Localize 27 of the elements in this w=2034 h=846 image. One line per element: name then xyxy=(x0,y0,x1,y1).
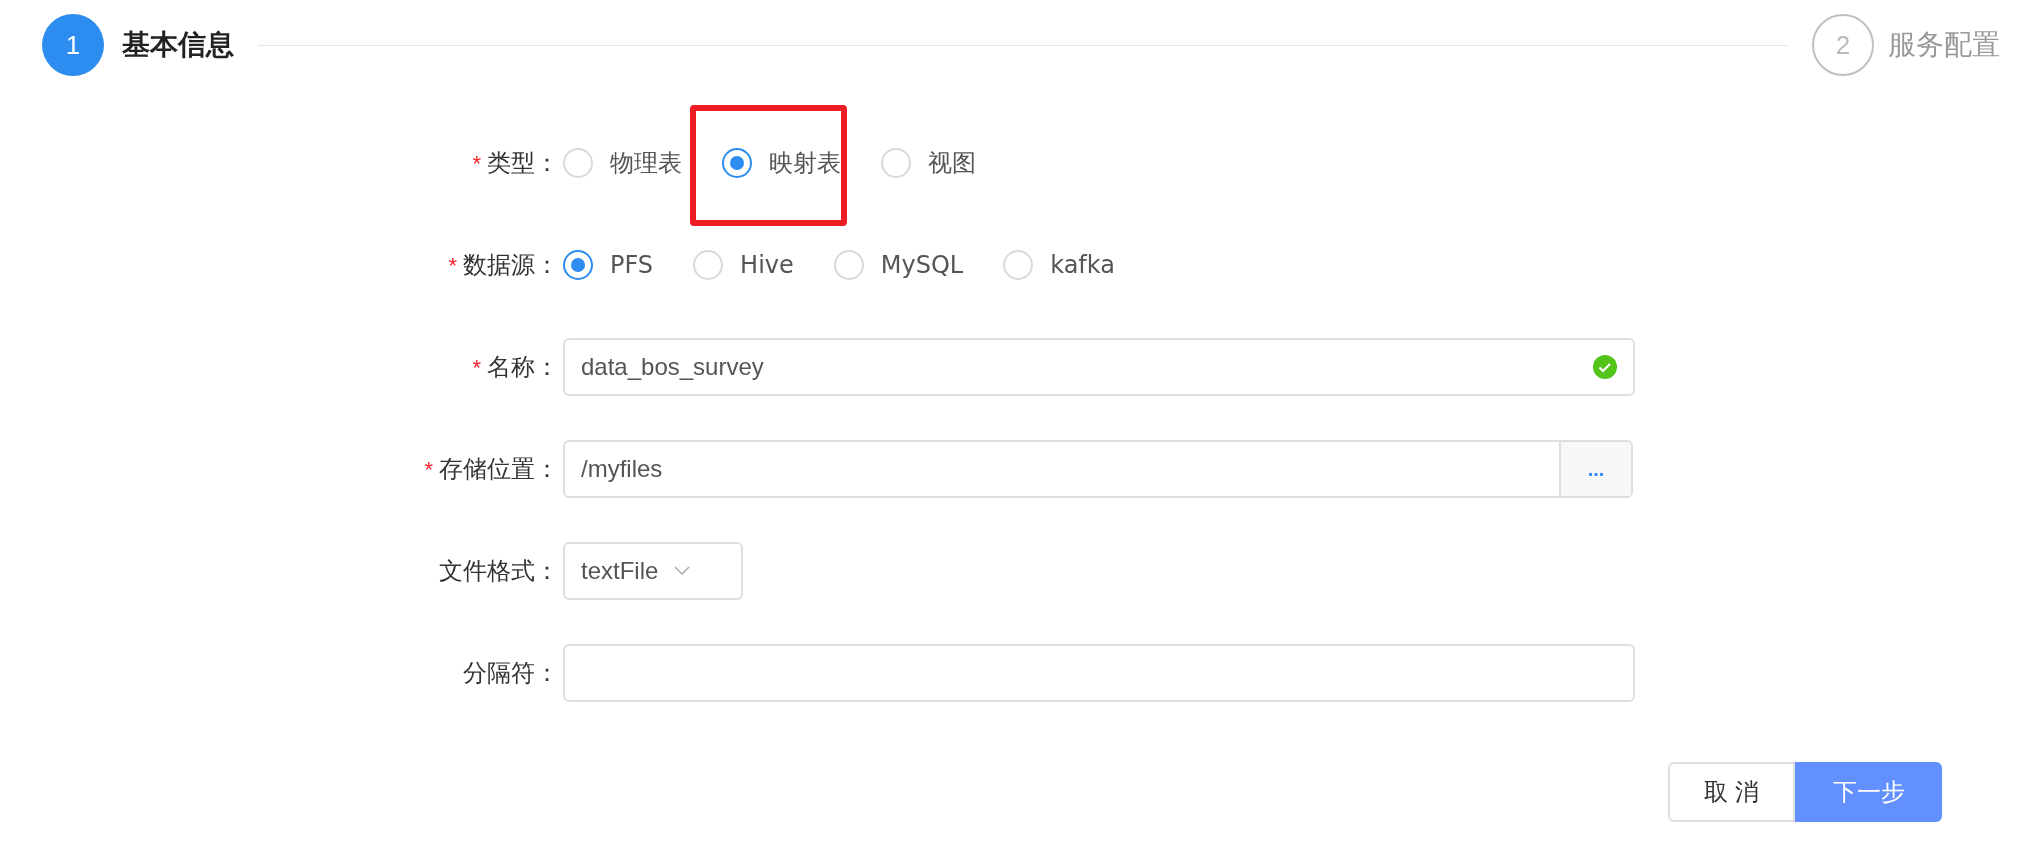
step-title: 基本信息 xyxy=(122,27,234,63)
field-label: 类型： xyxy=(487,148,559,179)
required-asterisk: * xyxy=(472,353,481,382)
radio-option[interactable]: kafka xyxy=(1003,247,1115,283)
cancel-button[interactable]: 取 消 xyxy=(1668,762,1795,822)
field-label: 存储位置： xyxy=(439,454,559,485)
radio-button[interactable] xyxy=(563,250,593,280)
chevron-down-icon xyxy=(674,566,691,576)
path-input-field[interactable]: /myfiles ... xyxy=(563,440,1633,498)
radio-button[interactable] xyxy=(722,148,752,178)
field-label: 文件格式： xyxy=(439,556,559,587)
required-asterisk: * xyxy=(424,455,433,484)
field-label: 分隔符： xyxy=(463,658,559,689)
field-label: 名称： xyxy=(487,352,559,383)
format-select[interactable]: textFile xyxy=(563,542,743,600)
radio-option[interactable]: 映射表 xyxy=(722,145,841,181)
text-input-field[interactable] xyxy=(563,644,1635,702)
required-asterisk: * xyxy=(472,149,481,178)
radio-option[interactable]: 物理表 xyxy=(563,145,682,181)
radio-option[interactable]: MySQL xyxy=(833,247,964,283)
radio-option[interactable]: 视图 xyxy=(881,145,976,181)
field-label: 数据源： xyxy=(463,250,559,281)
required-asterisk: * xyxy=(448,251,457,280)
radio-option[interactable]: PFS xyxy=(563,247,654,283)
radio-option[interactable]: Hive xyxy=(693,247,794,283)
text-input-field[interactable]: data_bos_survey xyxy=(563,338,1635,396)
step-title: 服务配置 xyxy=(1888,27,2000,63)
